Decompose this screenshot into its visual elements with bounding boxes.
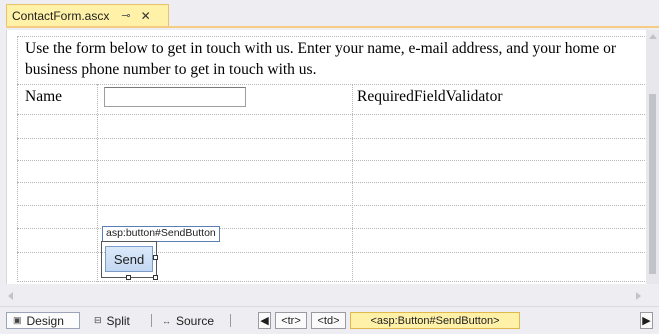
table-col-divider	[352, 84, 353, 282]
design-surface[interactable]: Use the form below to get in touch with …	[6, 30, 647, 284]
source-view-button[interactable]: ↔ Source	[162, 312, 214, 329]
resize-handle-right[interactable]	[153, 255, 158, 260]
name-input[interactable]	[104, 87, 246, 107]
vertical-scrollbar[interactable]	[646, 30, 659, 284]
crumb-send-button[interactable]: <asp:Button#SendButton>	[350, 312, 520, 329]
source-icon: ↔	[162, 315, 171, 326]
intro-text: Use the form below to get in touch with …	[25, 40, 617, 78]
scroll-left-icon[interactable]	[8, 292, 13, 300]
table-row-divider	[17, 84, 647, 85]
table-row-divider	[17, 138, 647, 139]
view-separator	[230, 314, 231, 327]
scroll-right-icon[interactable]	[636, 292, 641, 300]
crumb-td[interactable]: <td>	[311, 312, 346, 329]
close-icon[interactable]: ✕	[141, 9, 151, 23]
vertical-scroll-thumb[interactable]	[649, 94, 656, 274]
design-icon: ▣	[13, 315, 22, 325]
split-icon: ⊟	[94, 315, 102, 325]
control-tag-label: asp:button#SendButton	[102, 226, 220, 242]
name-label: Name	[25, 88, 63, 105]
split-view-button[interactable]: ⊟ Split	[94, 312, 130, 329]
design-label: Design	[26, 313, 64, 328]
horizontal-scrollbar[interactable]	[0, 288, 659, 304]
table-col-divider	[97, 84, 98, 282]
table-row-divider	[17, 114, 647, 115]
document-tab-strip: ContactForm.ascx ⊸ ✕	[0, 0, 659, 30]
table-row-divider	[17, 182, 647, 183]
crumb-prev-icon[interactable]: ◀	[258, 312, 271, 329]
scroll-up-icon[interactable]	[649, 34, 657, 39]
crumb-tr[interactable]: <tr>	[275, 312, 307, 329]
view-bar: ▣ Design ⊟ Split ↔ Source ◀ <tr> <td> <a…	[0, 306, 659, 334]
pin-icon[interactable]: ⊸	[121, 9, 130, 22]
tab-contactform[interactable]: ContactForm.ascx ⊸ ✕	[6, 4, 169, 26]
tab-underline	[6, 26, 659, 28]
split-label: Split	[106, 313, 130, 328]
view-separator	[151, 314, 152, 327]
source-label: Source	[176, 313, 215, 328]
resize-handle-corner[interactable]	[153, 275, 158, 280]
crumb-next-icon[interactable]: ▶	[640, 312, 653, 329]
design-view-button[interactable]: ▣ Design	[6, 312, 80, 329]
send-button-selection[interactable]: Send	[101, 241, 158, 280]
tab-title: ContactForm.ascx	[12, 8, 110, 23]
table-row-divider	[17, 205, 647, 206]
required-field-validator[interactable]: RequiredFieldValidator	[357, 88, 503, 106]
table-row-divider	[17, 160, 647, 161]
send-button[interactable]: Send	[105, 246, 153, 272]
resize-handle-bottom[interactable]	[126, 275, 131, 280]
